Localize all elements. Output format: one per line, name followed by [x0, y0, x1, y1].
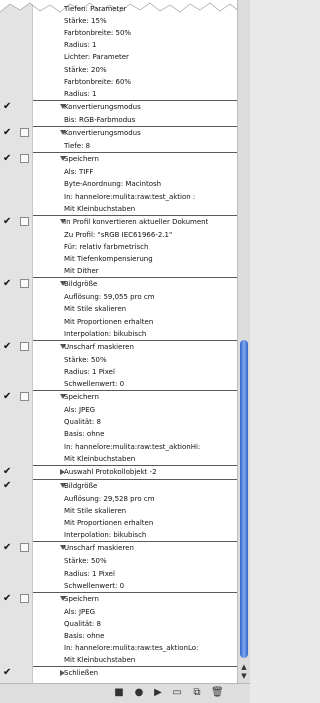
step-parameter: Mit Kleinbuchstaben	[64, 454, 136, 463]
step-parameter: Auflösung: 29,528 pro cm	[64, 494, 155, 503]
action-step-title[interactable]: Unscharf maskieren	[64, 342, 134, 352]
step-enabled-check[interactable]: ✔	[3, 341, 11, 352]
step-enabled-check[interactable]: ✔	[3, 466, 11, 477]
step-parameter: Interpolation: bikubisch	[64, 531, 147, 540]
step-enabled-check[interactable]: ✔	[3, 480, 11, 491]
scroll-down-arrow[interactable]: ▼	[239, 671, 249, 681]
dialog-toggle-box[interactable]	[20, 593, 29, 603]
step-parameter: Schwellenwert: 0	[64, 581, 125, 590]
step-parameter: Farbtonbreite: 60%	[64, 77, 132, 86]
step-parameter: Stärke: 15%	[64, 17, 107, 26]
step-parameter: Lichter: Parameter	[64, 53, 129, 62]
step-parameter: In: hannelore:mulita:raw:test_aktionHi:	[64, 442, 201, 451]
step-parameter: Mit Dither	[64, 267, 99, 276]
step-parameter: Radius: 1	[64, 41, 97, 50]
step-enabled-check[interactable]: ✔	[3, 128, 11, 138]
step-enabled-check[interactable]: ✔	[3, 101, 11, 112]
record-icon[interactable]: ●	[133, 687, 145, 699]
step-separator	[33, 126, 237, 127]
step-separator	[33, 464, 237, 466]
action-step-title[interactable]: Speichern	[64, 594, 99, 604]
action-step-title[interactable]: Schließen	[64, 668, 98, 678]
step-parameter: Als: TIFF	[64, 168, 94, 177]
step-parameter: Qualität: 8	[64, 418, 101, 427]
action-step-title[interactable]: In Profil konvertieren aktueller Dokumen…	[64, 217, 208, 227]
action-step-title[interactable]: Speichern	[64, 392, 99, 402]
scroll-thumb[interactable]	[240, 340, 248, 658]
step-parameter: In: hannelore:mulita:raw:tes_aktionLo:	[64, 644, 199, 653]
step-parameter: Byte-Anordnung: Macintosh	[64, 180, 162, 189]
step-parameter: Zu Profil: "sRGB IEC61966-2.1"	[64, 230, 173, 239]
action-step-title[interactable]: Speichern	[64, 154, 99, 164]
step-parameter: Mit Proportionen erhalten	[64, 519, 154, 528]
step-parameter: Basis: ohne	[64, 430, 105, 439]
step-parameter: Farbtonbreite: 50%	[64, 29, 132, 38]
step-enabled-check[interactable]: ✔	[3, 154, 11, 164]
step-parameter: Qualität: 8	[64, 619, 101, 628]
step-parameter: Als: JPEG	[64, 406, 96, 415]
step-parameter: Mit Kleinbuchstaben	[64, 204, 136, 213]
step-parameter: Mit Kleinbuchstaben	[64, 656, 136, 665]
step-separator	[33, 541, 237, 543]
step-parameter: Bis: RGB-Farbmodus	[64, 115, 136, 124]
action-step-title[interactable]: Auswahl Protokollobjekt -2	[64, 467, 157, 477]
step-parameter: Für: relativ farbmetrisch	[64, 242, 149, 251]
step-parameter: Interpolation: bikubisch	[64, 329, 147, 338]
action-step-title[interactable]: Unscharf maskieren	[64, 543, 134, 553]
actions-panel: Tiefen: Parameter Stärke: 15% Farbtonbreit…	[0, 0, 250, 703]
step-parameter: Mit Stile skalieren	[64, 507, 127, 515]
new-action-icon[interactable]: ⧉	[191, 687, 203, 699]
step-enabled-check[interactable]: ✔	[3, 279, 11, 289]
step-parameter: Mit Tiefenkompensierung	[64, 255, 153, 263]
step-parameter: Stärke: 50%	[64, 557, 107, 566]
trash-icon[interactable]: 🗑	[211, 687, 224, 699]
action-step-title[interactable]: Konvertierungsmodus	[64, 102, 141, 112]
action-step-title[interactable]: Bildgröße	[64, 481, 97, 491]
step-parameter: Mit Stile skalieren	[64, 305, 127, 314]
step-parameter: Tiefe: 8	[64, 142, 91, 151]
step-parameter: Basis: ohne	[64, 632, 105, 640]
step-separator	[33, 277, 237, 279]
step-parameter: Schwellenwert: 0	[64, 380, 125, 388]
dialog-toggle-box[interactable]	[20, 392, 29, 402]
play-icon[interactable]: ▶	[152, 687, 164, 699]
step-enabled-check[interactable]: ✔	[3, 543, 11, 553]
stop-icon[interactable]: ■	[113, 687, 125, 699]
dialog-toggle-box[interactable]	[20, 543, 29, 553]
step-parameter: Radius: 1 Pixel	[64, 367, 115, 376]
dialog-toggle-box[interactable]	[20, 341, 29, 351]
step-parameter: Auflösung: 59,055 pro cm	[64, 293, 155, 302]
step-parameter: Radius: 1 Pixel	[64, 569, 115, 578]
dialog-toggle-box[interactable]	[20, 279, 29, 289]
step-parameter: Mit Proportionen erhalten	[64, 317, 154, 326]
step-parameter: Radius: 1	[64, 89, 97, 98]
step-separator	[33, 390, 237, 392]
step-parameter: Als: JPEG	[64, 607, 96, 616]
step-enabled-check[interactable]: ✔	[3, 668, 11, 678]
step-parameter: Stärke: 50%	[64, 355, 107, 364]
step-separator	[33, 152, 237, 154]
step-separator	[33, 478, 237, 480]
step-separator	[33, 339, 237, 341]
dialog-toggle-box[interactable]	[20, 154, 29, 164]
step-parameter: Stärke: 20%	[64, 65, 107, 74]
step-enabled-check[interactable]: ✔	[3, 216, 11, 227]
new-set-icon[interactable]: ▭	[171, 687, 183, 699]
step-separator	[33, 214, 237, 216]
dialog-toggle-box[interactable]	[20, 128, 29, 137]
dialog-toggle-box[interactable]	[20, 216, 29, 226]
action-step-title[interactable]: Bildgröße	[64, 279, 97, 289]
step-separator	[33, 666, 237, 668]
step-separator	[33, 591, 237, 593]
action-step-title[interactable]: Konvertierungsmodus	[64, 128, 141, 138]
step-enabled-check[interactable]: ✔	[3, 392, 11, 402]
step-enabled-check[interactable]: ✔	[3, 593, 11, 604]
step-parameter: Tiefen: Parameter	[64, 5, 127, 13]
step-parameter: In: hannelore:mulita:raw:test_aktion :	[64, 192, 196, 201]
step-separator	[33, 99, 237, 101]
